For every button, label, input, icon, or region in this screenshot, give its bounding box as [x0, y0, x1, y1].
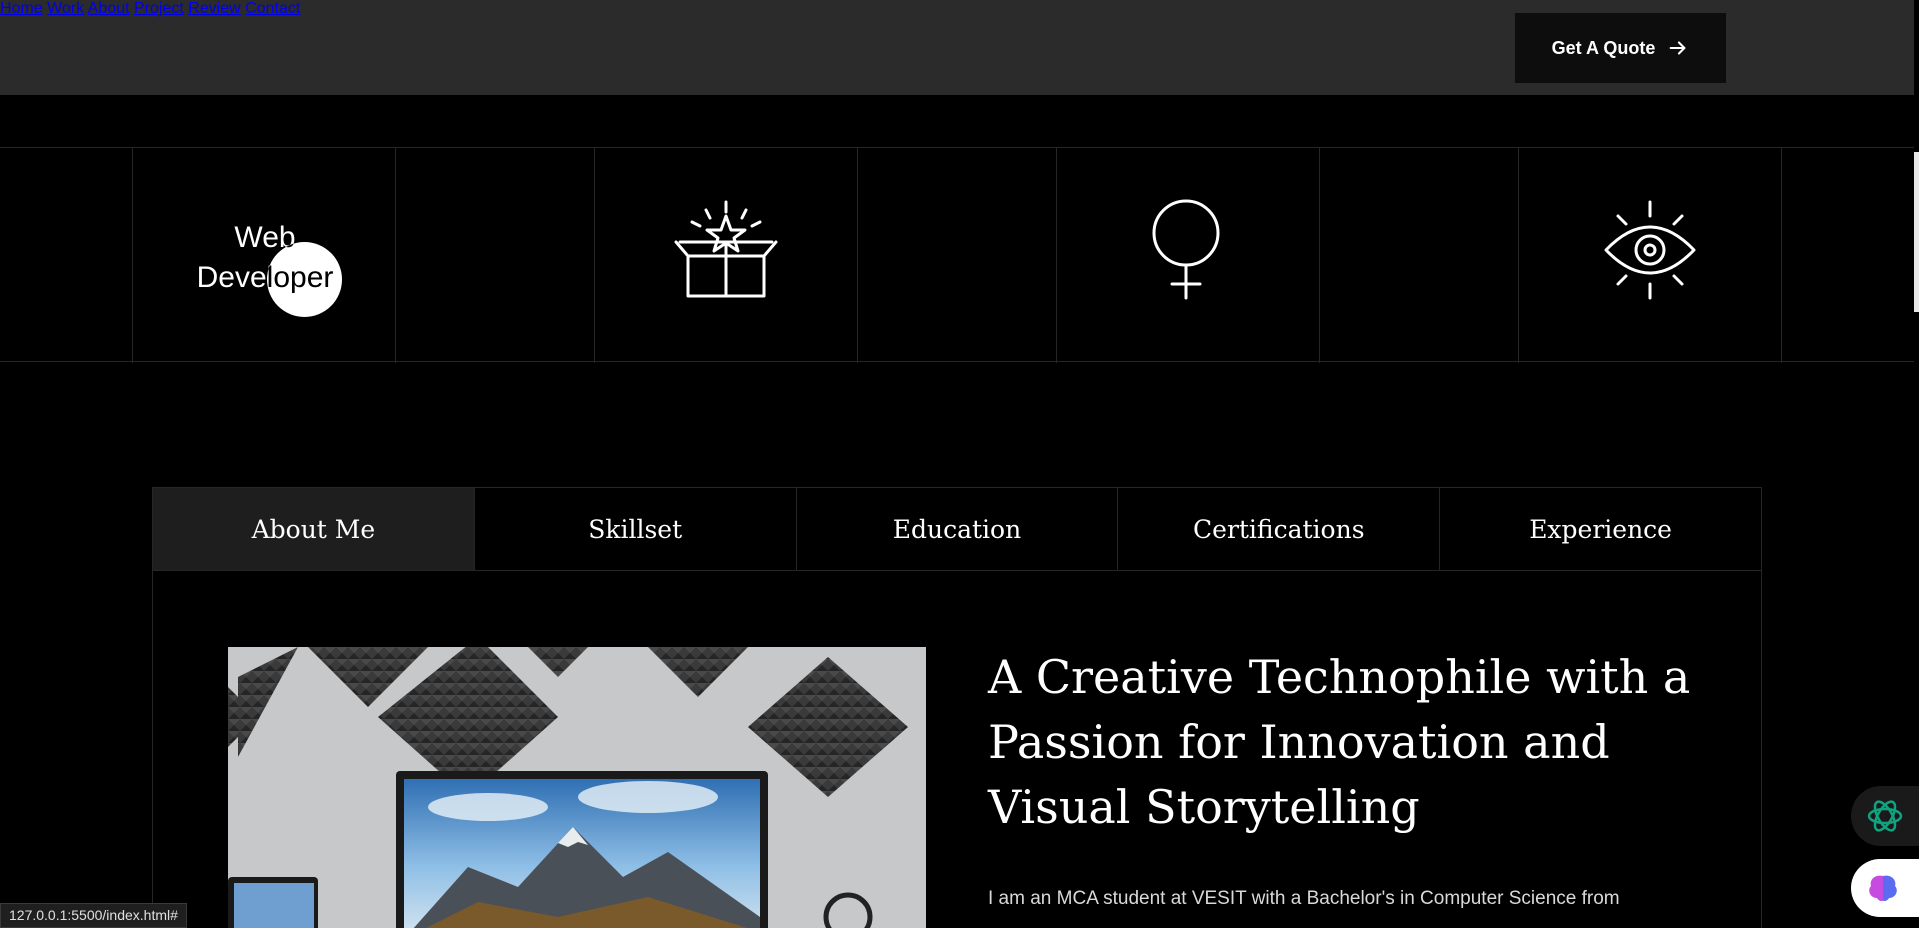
strip-divider [1319, 148, 1320, 363]
strip-role-line-1: Web [234, 221, 296, 254]
get-a-quote-label: Get A Quote [1551, 37, 1656, 58]
strip-divider [594, 148, 595, 363]
strip-divider [1518, 148, 1519, 363]
nav-work-link[interactable]: Work [47, 0, 84, 17]
nav-home-link[interactable]: Home [0, 0, 43, 17]
page-scrollbar-thumb[interactable] [1914, 152, 1919, 312]
strip-divider [1056, 148, 1057, 363]
about-headline-line-2: Passion for Innovation and [988, 715, 1610, 769]
brain-extension-button[interactable] [1851, 859, 1919, 917]
nav-about-link[interactable]: About [88, 0, 130, 17]
browser-status-url: 127.0.0.1:5500/index.html# [0, 903, 187, 928]
about-headline: A Creative Technophile with a Passion fo… [988, 645, 1708, 840]
workspace-photo-graphic [228, 647, 926, 928]
custom-cursor [267, 242, 342, 317]
arrow-right-icon [1669, 41, 1686, 55]
nav-contact-link[interactable]: Contact [245, 0, 300, 17]
get-a-quote-button[interactable]: Get A Quote [1515, 13, 1726, 83]
site-header: Home Work About Project Review Contact G… [0, 0, 1914, 95]
ai-assistant-button[interactable] [1851, 786, 1919, 846]
eye-icon [1604, 200, 1696, 300]
strip-divider [1781, 148, 1782, 363]
about-tabs: About Me Skillset Education Certificatio… [152, 487, 1762, 571]
nav-project-link[interactable]: Project [134, 0, 184, 17]
about-headline-line-3: Visual Storytelling [988, 780, 1420, 834]
brain-icon [1869, 875, 1897, 901]
female-symbol-icon [1152, 199, 1220, 300]
nav-review-link[interactable]: Review [188, 0, 240, 17]
openai-knot-icon [1867, 800, 1903, 832]
strip-divider [395, 148, 396, 363]
tab-education[interactable]: Education [797, 488, 1119, 570]
tab-experience[interactable]: Experience [1440, 488, 1761, 570]
workspace-photo [228, 647, 926, 928]
strip-divider [132, 148, 133, 363]
tab-about-me[interactable]: About Me [153, 488, 475, 570]
gift-box-icon [674, 200, 778, 298]
tab-skillset[interactable]: Skillset [475, 488, 797, 570]
strip-divider [857, 148, 858, 363]
tab-certifications[interactable]: Certifications [1118, 488, 1441, 570]
about-headline-line-1: A Creative Technophile with a [988, 650, 1691, 704]
about-paragraph: I am an MCA student at VESIT with a Bach… [988, 888, 1620, 909]
